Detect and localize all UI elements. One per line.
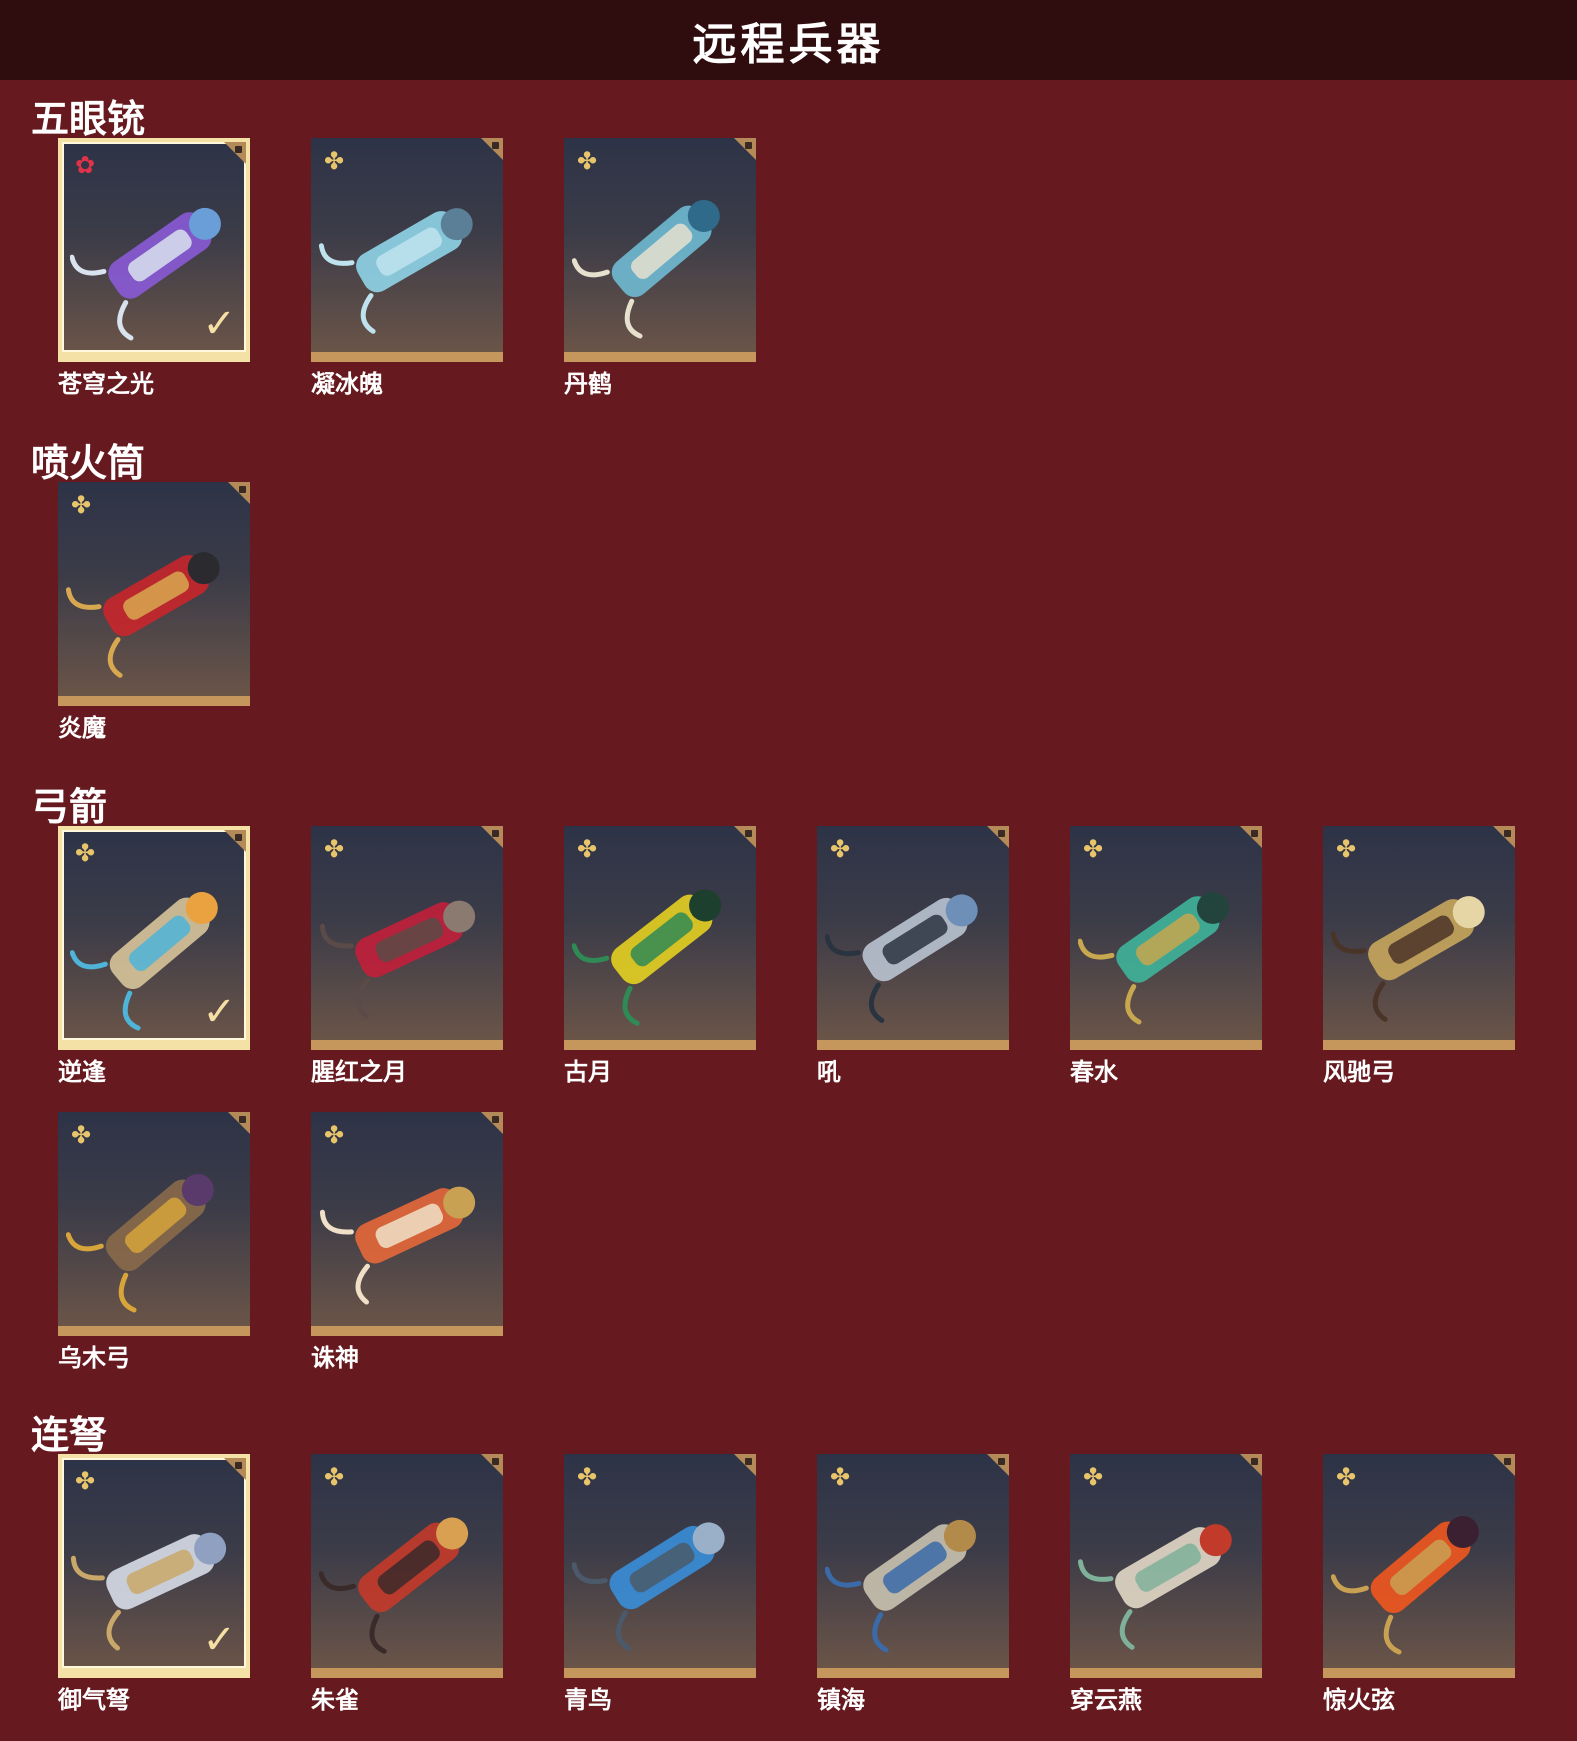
weapon-card[interactable]: ✤ 诛神	[311, 1112, 503, 1372]
weapon-image	[66, 1173, 214, 1313]
weapon-name: 逆逢	[58, 1058, 106, 1086]
weapon-tile[interactable]: ✤	[58, 482, 250, 706]
weapon-tile[interactable]: ✤	[311, 1112, 503, 1336]
weapon-tile[interactable]: ✤	[1070, 826, 1262, 1050]
weapon-card[interactable]: ✤ 风驰弓	[1323, 826, 1515, 1086]
weapon-name: 苍穹之光	[58, 370, 154, 398]
weapon-image	[1331, 896, 1485, 1022]
section-title: 连弩	[31, 1413, 108, 1457]
gold-star-icon: ✤	[829, 1463, 851, 1491]
header-bar: 远程兵器	[0, 0, 1577, 80]
weapon-image	[825, 1519, 976, 1653]
weapon-image	[572, 199, 720, 339]
weapon-card[interactable]: ✤ 春水	[1070, 826, 1262, 1086]
weapon-image	[66, 552, 220, 678]
weapon-tile[interactable]: ✿ ✓	[58, 138, 250, 362]
gold-star-icon: ✤	[576, 835, 598, 863]
weapon-name: 乌木弓	[58, 1344, 130, 1372]
weapon-card[interactable]: ✤ 丹鹤	[564, 138, 756, 398]
weapon-card[interactable]: ✤ 吼	[817, 826, 1009, 1086]
checkmark-icon: ✓	[202, 989, 236, 1035]
gold-star-icon: ✤	[323, 835, 345, 863]
weapon-card[interactable]: ✤ 惊火弦	[1323, 1454, 1515, 1714]
section-title: 弓箭	[31, 785, 108, 829]
gold-star-icon: ✤	[1082, 835, 1104, 863]
weapon-name: 惊火弦	[1323, 1686, 1395, 1714]
weapon-tile[interactable]: ✤	[817, 1454, 1009, 1678]
weapon-tile[interactable]: ✤	[1323, 826, 1515, 1050]
weapon-tile[interactable]: ✤	[817, 826, 1009, 1050]
section-title: 五眼铳	[31, 97, 146, 141]
gold-star-icon: ✤	[1082, 1463, 1104, 1491]
weapon-image	[319, 208, 473, 334]
weapon-name: 古月	[564, 1058, 612, 1086]
weapon-tile[interactable]: ✤	[311, 1454, 503, 1678]
weapon-name: 镇海	[817, 1686, 865, 1714]
weapon-name: 青鸟	[564, 1686, 612, 1714]
weapon-name: 风驰弓	[1323, 1058, 1395, 1086]
weapon-name: 朱雀	[311, 1686, 359, 1714]
weapon-image	[572, 1522, 725, 1651]
checkmark-icon: ✓	[202, 1617, 236, 1663]
weapon-tile[interactable]: ✤	[1323, 1454, 1515, 1678]
page-title: 远程兵器	[692, 19, 885, 70]
weapon-tile[interactable]: ✤	[311, 826, 503, 1050]
gold-star-icon: ✤	[576, 147, 598, 175]
weapon-tile[interactable]: ✤	[564, 1454, 756, 1678]
gold-star-icon: ✤	[1335, 835, 1357, 863]
weapon-name: 吼	[817, 1058, 841, 1086]
weapon-tile[interactable]: ✤	[564, 826, 756, 1050]
weapon-tile[interactable]: ✤	[1070, 1454, 1262, 1678]
weapon-tile[interactable]: ✤ ✓	[58, 826, 250, 1050]
weapon-name: 春水	[1070, 1058, 1118, 1086]
weapon-card[interactable]: ✤ 穿云燕	[1070, 1454, 1262, 1714]
weapon-name: 凝冰魄	[311, 370, 383, 398]
weapon-image	[1078, 1524, 1232, 1650]
gold-star-icon: ✤	[829, 835, 851, 863]
gold-star-icon: ✤	[70, 491, 92, 519]
weapon-name: 诛神	[311, 1344, 359, 1372]
weapon-image	[319, 1517, 469, 1654]
weapon-card[interactable]: ✤ 炎魔	[58, 482, 250, 742]
gold-star-icon: ✤	[74, 839, 96, 867]
weapon-tile[interactable]: ✤	[58, 1112, 250, 1336]
weapon-card[interactable]: ✤ 青鸟	[564, 1454, 756, 1714]
gold-star-icon: ✤	[74, 1467, 96, 1495]
weapon-image	[319, 1186, 476, 1305]
weapon-tile[interactable]: ✤	[564, 138, 756, 362]
weapon-image	[1331, 1515, 1479, 1655]
weapon-card[interactable]: ✤ ✓ 御气弩	[58, 1454, 250, 1714]
weapon-card[interactable]: ✤ 凝冰魄	[311, 138, 503, 398]
gold-star-icon: ✤	[1335, 1463, 1357, 1491]
weapon-card[interactable]: ✤ 古月	[564, 826, 756, 1086]
checkmark-icon: ✓	[202, 301, 236, 347]
weapon-image	[1078, 891, 1229, 1025]
weapon-card[interactable]: ✤ 乌木弓	[58, 1112, 250, 1372]
weapon-tile[interactable]: ✤	[311, 138, 503, 362]
gold-star-icon: ✤	[323, 147, 345, 175]
weapon-name: 丹鹤	[564, 370, 612, 398]
weapon-name: 穿云燕	[1070, 1686, 1142, 1714]
gold-star-icon: ✤	[70, 1121, 92, 1149]
section-title: 喷火筒	[31, 441, 146, 485]
weapon-image	[319, 900, 476, 1019]
red-star-icon: ✿	[74, 151, 96, 179]
weapon-card[interactable]: ✤ 腥红之月	[311, 826, 503, 1086]
weapon-name: 炎魔	[58, 714, 106, 742]
weapon-card[interactable]: ✤ ✓ 逆逢	[58, 826, 250, 1086]
weapon-card[interactable]: ✤ 朱雀	[311, 1454, 503, 1714]
weapon-tile[interactable]: ✤ ✓	[58, 1454, 250, 1678]
weapon-image	[572, 889, 722, 1026]
gold-star-icon: ✤	[323, 1463, 345, 1491]
weapon-name: 御气弩	[58, 1686, 130, 1714]
weapon-card[interactable]: ✿ ✓ 苍穹之光	[58, 138, 250, 398]
weapon-name: 腥红之月	[311, 1058, 407, 1086]
weapon-image	[825, 894, 978, 1023]
gold-star-icon: ✤	[323, 1121, 345, 1149]
weapon-card[interactable]: ✤ 镇海	[817, 1454, 1009, 1714]
gold-star-icon: ✤	[576, 1463, 598, 1491]
